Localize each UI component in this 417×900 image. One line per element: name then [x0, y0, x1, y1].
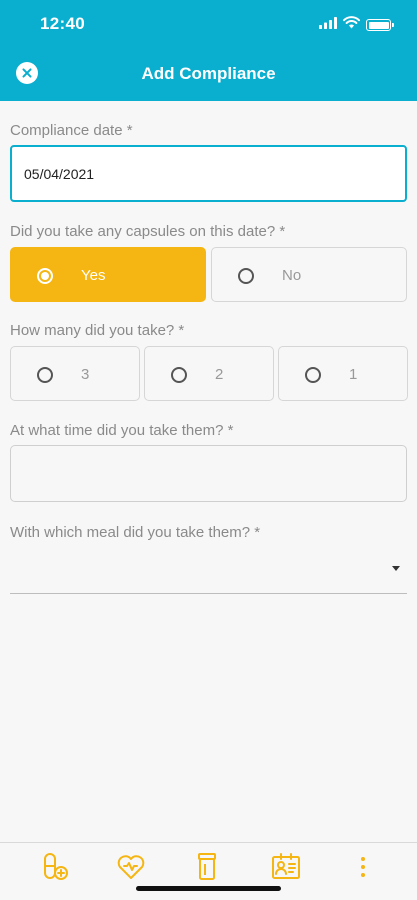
- id-card-icon[interactable]: [270, 851, 302, 883]
- home-indicator: [136, 886, 281, 891]
- pill-plus-icon[interactable]: [40, 851, 72, 883]
- battery-icon: [366, 19, 394, 31]
- option-yes-label: Yes: [81, 267, 106, 284]
- compliance-date-label: Compliance date *: [10, 122, 133, 139]
- meal-dropdown[interactable]: [10, 552, 407, 594]
- time-taken-input[interactable]: [10, 445, 407, 502]
- compliance-date-input[interactable]: [10, 145, 407, 202]
- status-bar: 12:40: [0, 0, 417, 46]
- option-yes[interactable]: Yes: [10, 247, 206, 302]
- status-time: 12:40: [40, 14, 85, 33]
- option-3-label: 3: [81, 366, 90, 383]
- status-icons: [319, 16, 394, 34]
- wifi-icon: [343, 16, 360, 34]
- more-vertical-icon[interactable]: [347, 851, 379, 883]
- meal-label: With which meal did you take them? *: [10, 524, 261, 541]
- radio-unchecked-icon: [238, 268, 254, 284]
- page-title: Add Compliance: [141, 64, 276, 83]
- radio-unchecked-icon: [37, 367, 53, 383]
- chevron-down-icon: [392, 566, 400, 571]
- app-header: 12:40 Add Compliance: [0, 0, 417, 101]
- radio-unchecked-icon: [171, 367, 187, 383]
- heart-icon[interactable]: [115, 851, 147, 883]
- how-many-label: How many did you take? *: [10, 322, 185, 339]
- took-capsules-label: Did you take any capsules on this date? …: [10, 223, 286, 240]
- option-1[interactable]: 1: [278, 346, 408, 401]
- option-2[interactable]: 2: [144, 346, 274, 401]
- option-1-label: 1: [349, 366, 358, 383]
- nav-bar: Add Compliance: [0, 50, 417, 96]
- radio-checked-icon: [37, 268, 53, 284]
- bottom-tab-bar: [0, 842, 417, 900]
- option-3[interactable]: 3: [10, 346, 140, 401]
- option-no-label: No: [282, 267, 302, 284]
- option-2-label: 2: [215, 366, 224, 383]
- signal-icon: [319, 16, 337, 34]
- time-taken-label: At what time did you take them? *: [10, 422, 234, 439]
- medicine-bottle-icon[interactable]: [191, 851, 223, 883]
- radio-unchecked-icon: [305, 367, 321, 383]
- option-no[interactable]: No: [211, 247, 407, 302]
